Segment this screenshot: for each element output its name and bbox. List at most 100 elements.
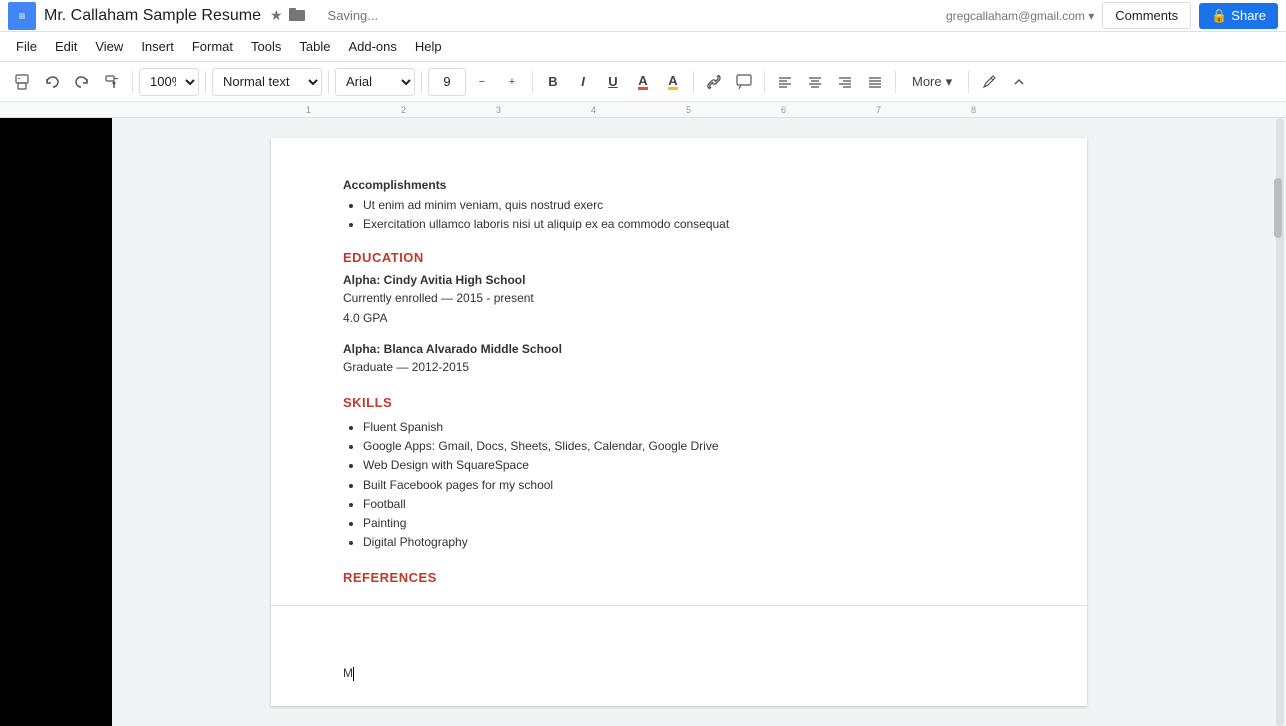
next-page[interactable]: M [343, 626, 1015, 681]
align-center-button[interactable] [801, 68, 829, 96]
skill-item-1: Fluent Spanish [363, 418, 1015, 437]
comment-button[interactable] [730, 68, 758, 96]
user-email[interactable]: gregcallaham@gmail.com ▾ [946, 9, 1094, 23]
folder-icon[interactable] [289, 7, 305, 24]
school-2-name: Alpha: Blanca Alvarado Middle School [343, 342, 1015, 356]
scrollbar-track[interactable] [1276, 118, 1284, 726]
ruler-mark-7: 7 [876, 105, 881, 115]
menu-edit[interactable]: Edit [47, 36, 85, 57]
style-select[interactable]: Normal text [212, 68, 322, 96]
title-bar: ≡ Mr. Callaham Sample Resume ★ Saving...… [0, 0, 1286, 32]
education-header: EDUCATION [343, 250, 1015, 265]
undo-button[interactable] [38, 68, 66, 96]
document-page[interactable]: Accomplishments Ut enim ad minim veniam,… [271, 138, 1087, 706]
menu-format[interactable]: Format [184, 36, 241, 57]
ruler-mark-6: 6 [781, 105, 786, 115]
school-1-detail-1: Currently enrolled — 2015 - present [343, 289, 1015, 308]
share-button[interactable]: 🔒 Share [1199, 3, 1278, 29]
menu-addons[interactable]: Add-ons [340, 36, 404, 57]
redo-button[interactable] [68, 68, 96, 96]
school-2: Alpha: Blanca Alvarado Middle School Gra… [343, 342, 1015, 377]
ruler-mark-2: 2 [401, 105, 406, 115]
school-2-detail-1: Graduate — 2012-2015 [343, 358, 1015, 377]
bold-button[interactable]: B [539, 68, 567, 96]
highlight-label: A [668, 74, 677, 90]
toolbar-sep-3 [328, 71, 329, 93]
toolbar: 100% Normal text Arial − + B I U A A Mor… [0, 62, 1286, 102]
ruler-mark-8: 8 [971, 105, 976, 115]
ruler-mark-3: 3 [496, 105, 501, 115]
font-select[interactable]: Arial [335, 68, 415, 96]
skill-item-7: Digital Photography [363, 533, 1015, 552]
size-increase-button[interactable]: + [498, 68, 526, 96]
accomplishment-item-1: Ut enim ad minim veniam, quis nostrud ex… [363, 196, 1015, 215]
menu-file[interactable]: File [8, 36, 45, 57]
share-label: Share [1231, 8, 1266, 23]
main-area: Accomplishments Ut enim ad minim veniam,… [0, 118, 1286, 726]
menu-view[interactable]: View [87, 36, 131, 57]
more-chevron-icon: ▾ [946, 74, 953, 90]
skill-item-4: Built Facebook pages for my school [363, 476, 1015, 495]
menu-help[interactable]: Help [407, 36, 450, 57]
edit-pencil-button[interactable] [975, 68, 1003, 96]
skill-item-2: Google Apps: Gmail, Docs, Sheets, Slides… [363, 437, 1015, 456]
ruler-mark-4: 4 [591, 105, 596, 115]
ruler-mark-1: 1 [306, 105, 311, 115]
italic-button[interactable]: I [569, 68, 597, 96]
zoom-select[interactable]: 100% [139, 68, 199, 96]
ruler-mark-5: 5 [686, 105, 691, 115]
cursor-text: M [343, 666, 353, 680]
school-1-name: Alpha: Cindy Avitia High School [343, 273, 1015, 287]
top-right-actions: gregcallaham@gmail.com ▾ Comments 🔒 Shar… [946, 2, 1278, 29]
google-docs-icon: ≡ [8, 2, 36, 30]
star-icon[interactable]: ★ [270, 7, 283, 24]
menu-tools[interactable]: Tools [243, 36, 289, 57]
skill-item-5: Football [363, 495, 1015, 514]
link-button[interactable] [700, 68, 728, 96]
skill-item-6: Painting [363, 514, 1015, 533]
menu-table[interactable]: Table [291, 36, 338, 57]
toolbar-sep-7 [764, 71, 765, 93]
align-right-button[interactable] [831, 68, 859, 96]
ruler: 1 2 3 4 5 6 7 8 [0, 102, 1286, 118]
print-button[interactable] [8, 68, 36, 96]
toolbar-sep-4 [421, 71, 422, 93]
skill-item-3: Web Design with SquareSpace [363, 456, 1015, 475]
toolbar-sep-5 [532, 71, 533, 93]
text-color-button[interactable]: A [629, 68, 657, 96]
font-size-input[interactable] [428, 68, 466, 96]
paint-format-button[interactable] [98, 68, 126, 96]
skills-header: SKILLS [343, 395, 1015, 410]
menu-insert[interactable]: Insert [133, 36, 182, 57]
doc-title[interactable]: Mr. Callaham Sample Resume [44, 7, 261, 25]
more-button[interactable]: More ▾ [902, 68, 962, 96]
document-area[interactable]: Accomplishments Ut enim ad minim veniam,… [112, 118, 1246, 726]
ruler-content: 1 2 3 4 5 6 7 8 [226, 102, 1286, 117]
toolbar-sep-6 [693, 71, 694, 93]
underline-button[interactable]: U [599, 68, 627, 96]
text-cursor [353, 667, 354, 681]
align-justify-button[interactable] [861, 68, 889, 96]
comments-button[interactable]: Comments [1102, 2, 1191, 29]
scrollbar-thumb[interactable] [1274, 178, 1282, 238]
docs-icon-lines: ≡ [18, 9, 25, 23]
menu-bar: File Edit View Insert Format Tools Table… [0, 32, 1286, 62]
skills-list: Fluent Spanish Google Apps: Gmail, Docs,… [363, 418, 1015, 552]
accomplishments-section: Accomplishments Ut enim ad minim veniam,… [343, 178, 1015, 234]
references-section: REFERENCES [343, 570, 1015, 585]
left-sidebar [0, 118, 112, 726]
right-sidebar [1246, 118, 1286, 726]
lock-icon: 🔒 [1211, 8, 1227, 24]
accomplishments-list: Ut enim ad minim veniam, quis nostrud ex… [363, 196, 1015, 234]
toolbar-sep-2 [205, 71, 206, 93]
size-decrease-button[interactable]: − [468, 68, 496, 96]
toolbar-sep-8 [895, 71, 896, 93]
school-1: Alpha: Cindy Avitia High School Currentl… [343, 273, 1015, 327]
page-break [271, 605, 1087, 606]
collapse-toolbar-button[interactable] [1005, 68, 1033, 96]
highlight-button[interactable]: A [659, 68, 687, 96]
align-left-button[interactable] [771, 68, 799, 96]
cursor-line[interactable]: M [343, 666, 1015, 681]
accomplishments-title: Accomplishments [343, 178, 1015, 192]
references-header: REFERENCES [343, 570, 1015, 585]
